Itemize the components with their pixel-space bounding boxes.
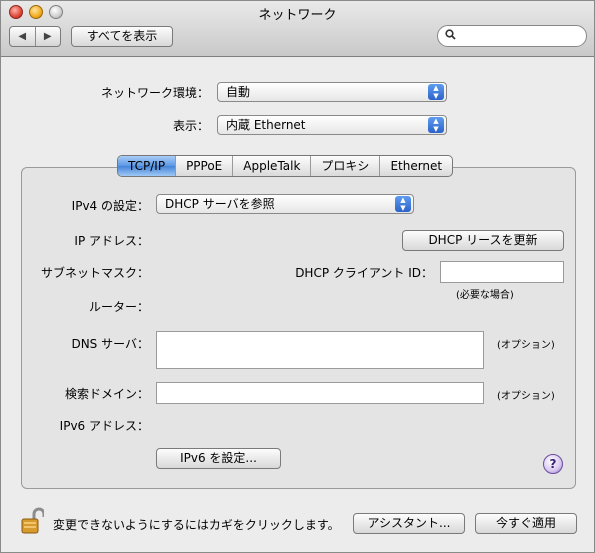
search-icon [445,29,456,43]
dhcp-client-id-field[interactable] [440,261,564,283]
ipv4-config-label: IPv4 の設定： [71,199,149,213]
tab-appletalk[interactable]: AppleTalk [233,156,312,176]
forward-button[interactable]: ▶ [36,27,61,46]
show-popup[interactable]: 内蔵 Ethernet ▲ ▼ [217,115,447,135]
window-title: ネットワーク [258,8,337,23]
show-value: 内蔵 Ethernet [226,118,306,132]
tab-tcpip[interactable]: TCP/IP [118,156,177,176]
lock-message: 変更できないようにするにはカギをクリックします。 [53,518,340,532]
dns-servers-field[interactable] [156,331,484,369]
dns-optional-note: (オプション) [497,340,555,351]
help-button[interactable]: ? [543,454,563,474]
assistant-button[interactable]: アシスタント... [353,513,465,534]
search-domains-label: 検索ドメイン： [64,387,149,401]
location-value: 自動 [226,85,251,99]
location-popup[interactable]: 自動 ▲ ▼ [217,82,447,102]
ipv4-config-value: DHCP サーバを参照 [165,197,275,211]
apply-now-button[interactable]: 今すぐ適用 [475,513,577,534]
show-label: 表示： [172,119,209,133]
renew-dhcp-lease-button[interactable]: DHCP リースを更新 [402,230,564,251]
title-bar: ネットワーク ◀ ▶ すべてを表示 [1,1,594,57]
configure-ipv6-button[interactable]: IPv6 を設定... [156,448,281,469]
search-field[interactable] [437,25,587,47]
search-domains-field[interactable] [156,382,484,404]
show-all-button[interactable]: すべてを表示 [71,26,173,47]
dhcp-client-id-label: DHCP クライアント ID： [295,266,433,280]
subnet-mask-label: サブネットマスク： [40,266,149,280]
popup-arrows-icon: ▲ ▼ [395,196,411,212]
ip-address-label: IP アドレス： [74,234,149,248]
location-label: ネットワーク環境： [100,86,209,100]
if-required-note: (必要な場合) [456,290,514,301]
tab-ethernet[interactable]: Ethernet [380,156,452,176]
dns-servers-label: DNS サーバ： [71,337,149,351]
tab-bar: TCP/IP PPPoE AppleTalk プロキシ Ethernet [117,155,454,177]
back-button[interactable]: ◀ [10,27,36,46]
network-preferences-window: ネットワーク ◀ ▶ すべてを表示 ネットワーク環境： 自動 ▲ ▼ 表示： 内蔵… [0,0,595,553]
lock-icon[interactable] [20,507,46,535]
router-label: ルーター： [88,300,149,314]
popup-arrows-icon: ▲ ▼ [428,117,444,133]
tab-pppoe[interactable]: PPPoE [176,156,234,176]
popup-arrows-icon: ▲ ▼ [428,84,444,100]
back-forward-control: ◀ ▶ [9,26,61,47]
search-optional-note: (オプション) [497,391,555,402]
ipv6-address-label: IPv6 アドレス： [59,419,149,433]
question-mark-icon: ? [549,457,557,471]
ipv4-config-popup[interactable]: DHCP サーバを参照 ▲ ▼ [156,194,414,214]
tab-panel [21,167,576,489]
tab-proxies[interactable]: プロキシ [311,156,381,176]
